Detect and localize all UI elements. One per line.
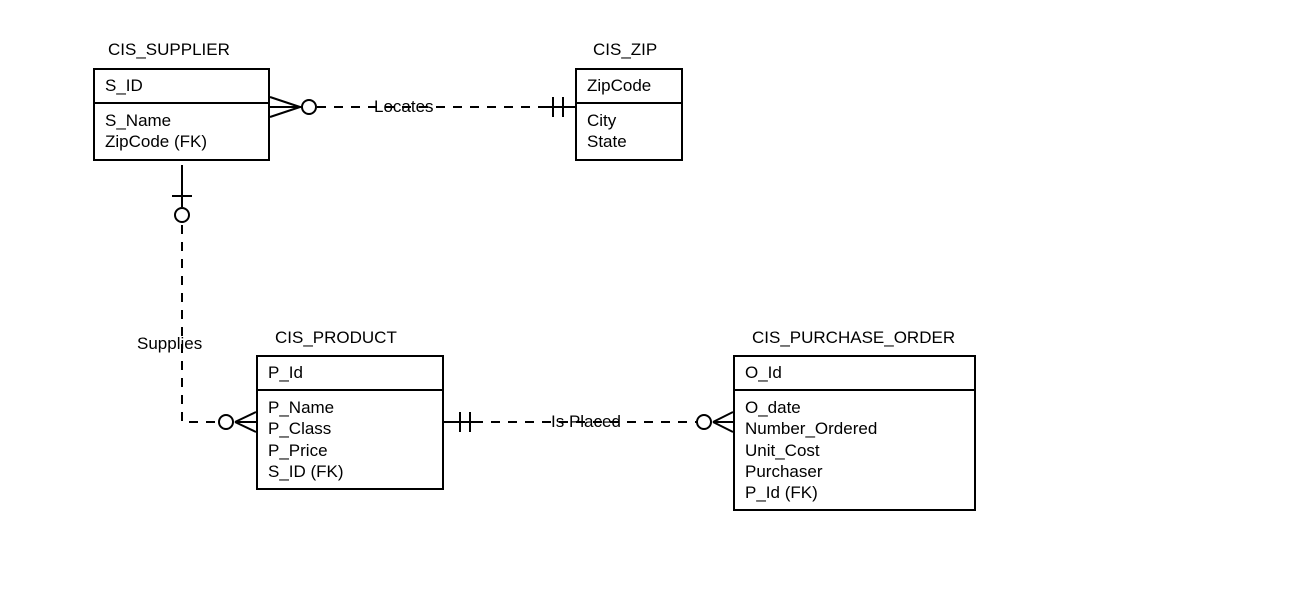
entity-order: O_Id O_date Number_Ordered Unit_Cost Pur… [733, 355, 976, 511]
entity-product-pk: P_Id [258, 357, 442, 391]
entity-order-attrs: O_date Number_Ordered Unit_Cost Purchase… [735, 391, 974, 509]
entity-zip-attrs: City State [577, 104, 681, 159]
rel-label-isplaced: Is Placed [549, 412, 623, 432]
entity-supplier-pk: S_ID [95, 70, 268, 104]
entity-product-attrs: P_Name P_Class P_Price S_ID (FK) [258, 391, 442, 488]
entity-zip-pk: ZipCode [577, 70, 681, 104]
entity-zip: ZipCode City State [575, 68, 683, 161]
entity-title-product: CIS_PRODUCT [275, 328, 397, 348]
entity-supplier-attrs: S_Name ZipCode (FK) [95, 104, 268, 159]
rel-label-locates: Locates [372, 97, 436, 117]
entity-title-zip: CIS_ZIP [593, 40, 657, 60]
entity-supplier: S_ID S_Name ZipCode (FK) [93, 68, 270, 161]
rel-label-supplies: Supplies [135, 334, 204, 354]
entity-product: P_Id P_Name P_Class P_Price S_ID (FK) [256, 355, 444, 490]
entity-title-supplier: CIS_SUPPLIER [108, 40, 230, 60]
rel-supplies [172, 165, 256, 432]
entity-title-order: CIS_PURCHASE_ORDER [752, 328, 955, 348]
entity-order-pk: O_Id [735, 357, 974, 391]
